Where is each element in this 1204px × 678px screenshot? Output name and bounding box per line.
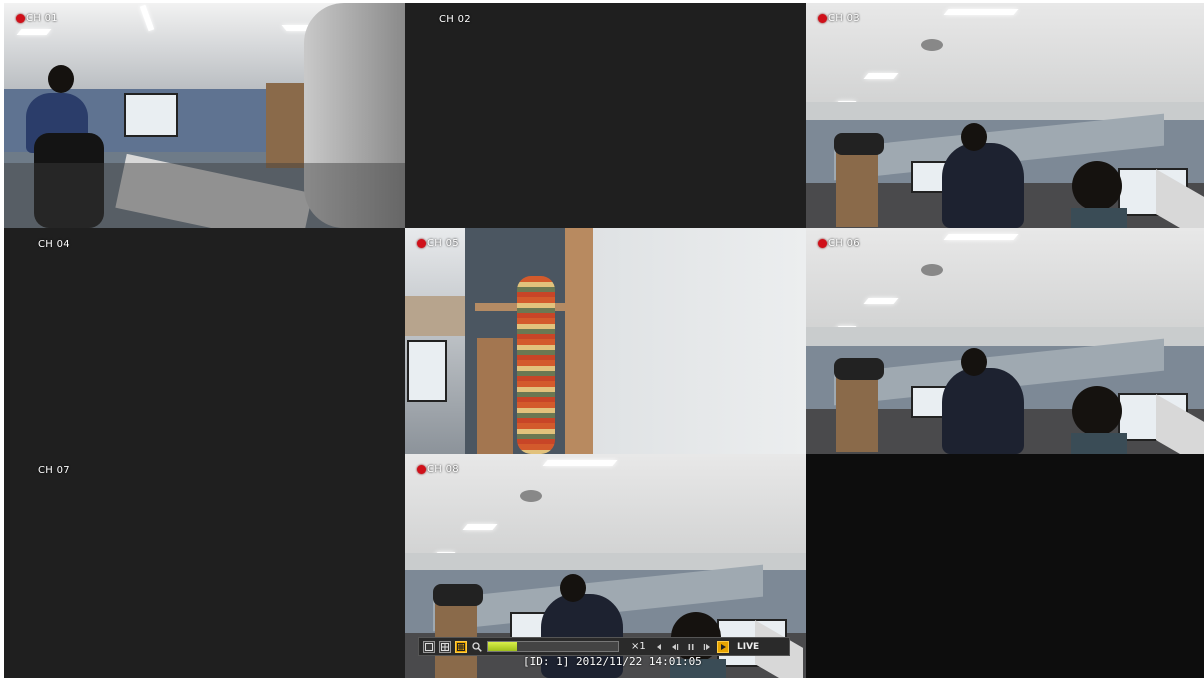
recording-indicator <box>818 14 827 23</box>
channel-tile-01[interactable]: CH 01 <box>4 3 405 228</box>
pause-icon[interactable] <box>685 641 697 653</box>
recording-indicator <box>417 239 426 248</box>
channel-tile-07[interactable]: CH 07 <box>4 454 405 678</box>
magnifier-icon[interactable] <box>471 641 483 653</box>
quad-view-icon[interactable] <box>439 640 451 653</box>
recording-indicator <box>417 465 426 474</box>
recording-indicator <box>818 239 827 248</box>
single-view-icon[interactable] <box>423 640 435 653</box>
channel-tile-03[interactable]: CH 03 <box>806 3 1204 228</box>
channel-label: CH 08 <box>427 464 459 475</box>
moon-icon <box>7 14 12 23</box>
channel-label: CH 02 <box>439 14 471 25</box>
recording-indicator <box>16 14 25 23</box>
step-back-icon[interactable] <box>653 641 665 653</box>
empty-channel-slot <box>806 454 1204 678</box>
camera-grid: CH 01 CH 02 CH 03 CH 04 CH 05 CH 06 CH 0… <box>4 3 1204 678</box>
playback-progress-bar[interactable] <box>487 641 619 652</box>
channel-label: CH 03 <box>828 13 860 24</box>
channel-label: CH 05 <box>427 238 459 249</box>
rewind-icon[interactable] <box>669 641 681 653</box>
live-button[interactable]: LIVE <box>737 642 759 652</box>
playback-progress-fill <box>488 642 517 651</box>
nine-view-icon[interactable] <box>455 640 467 653</box>
playback-speed: ×1 <box>631 641 646 652</box>
channel-label: CH 06 <box>828 238 860 249</box>
camera-id-timestamp: [ID: 1] 2012/11/22 14:01:05 <box>523 655 702 668</box>
forward-icon[interactable] <box>701 641 713 653</box>
channel-label: CH 01 <box>26 13 58 24</box>
playback-control-bar: ×1 LIVE <box>418 637 790 656</box>
play-icon[interactable] <box>717 640 729 653</box>
channel-tile-05[interactable]: CH 05 <box>405 228 806 454</box>
channel-label: CH 04 <box>38 239 70 250</box>
channel-tile-06[interactable]: CH 06 <box>806 228 1204 454</box>
channel-tile-04[interactable]: CH 04 <box>4 228 405 454</box>
channel-label: CH 07 <box>38 465 70 476</box>
channel-tile-02[interactable]: CH 02 <box>405 3 806 228</box>
